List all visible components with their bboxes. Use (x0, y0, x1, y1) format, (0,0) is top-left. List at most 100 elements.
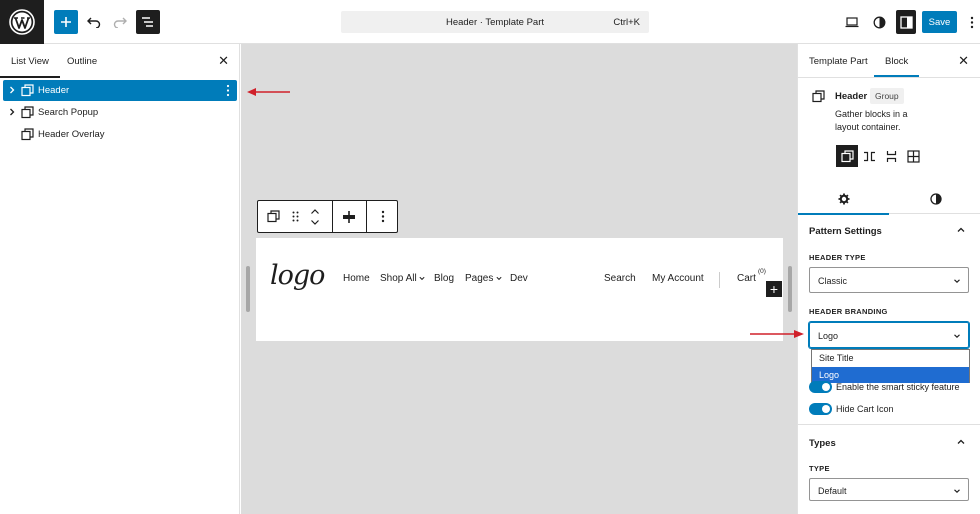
right-panel-tabs: Template Part Block ✕ (798, 44, 980, 78)
right-resize-handle[interactable] (788, 266, 792, 312)
list-item-search-popup[interactable]: Search Popup (3, 102, 237, 123)
nav-home[interactable]: Home (343, 273, 370, 284)
list-item-header-overlay[interactable]: Header Overlay (3, 124, 237, 145)
list-item-header[interactable]: Header (3, 80, 237, 101)
group-block-icon (21, 106, 34, 119)
hide-cart-toggle-label: Hide Cart Icon (836, 404, 894, 414)
nav-label: Shop All (380, 273, 417, 284)
command-shortcut: Ctrl+K (613, 17, 640, 28)
drag-handle[interactable] (288, 201, 302, 232)
pattern-settings-title[interactable]: Pattern Settings (809, 226, 882, 237)
option-site-title[interactable]: Site Title (812, 350, 969, 366)
select-value: Logo (818, 331, 839, 341)
block-type-badge: Group (870, 88, 904, 104)
tab-list-view[interactable]: List View (0, 56, 60, 78)
nav-search[interactable]: Search (604, 273, 636, 284)
nav-dev[interactable]: Dev (510, 273, 528, 284)
justify-button[interactable] (333, 201, 365, 232)
section-divider (798, 424, 980, 425)
tab-template-part[interactable]: Template Part (809, 56, 868, 67)
group-block-icon (812, 90, 825, 103)
tab-settings[interactable] (798, 184, 889, 215)
sticky-toggle[interactable] (809, 381, 832, 393)
nav-cart[interactable]: Cart (737, 273, 756, 284)
close-icon[interactable]: ✕ (958, 53, 969, 69)
more-vertical-icon (381, 210, 384, 223)
more-vertical-icon[interactable] (226, 84, 230, 97)
redo-button[interactable] (110, 10, 130, 34)
top-toolbar: Header · Template Part Ctrl+K Save (0, 0, 980, 44)
block-title: Header (835, 91, 868, 102)
gear-icon (838, 193, 849, 205)
settings-sidebar: Template Part Block ✕ Header Group Gathe… (797, 44, 980, 514)
list-item-label: Header (38, 85, 70, 96)
block-inserter-button[interactable]: + (766, 281, 782, 297)
type-select[interactable]: Default (809, 478, 969, 501)
chevron-down-icon (954, 489, 960, 493)
header-preview-block[interactable]: logo Home Shop All Blog Pages Dev Search… (256, 238, 783, 341)
list-item-label: Header Overlay (38, 129, 105, 140)
nav-shop-all[interactable]: Shop All (380, 273, 426, 284)
chevron-right-icon[interactable] (7, 107, 17, 117)
settings-panel-button[interactable] (896, 10, 916, 34)
variation-row-button[interactable] (858, 145, 880, 167)
document-title: Header · Template Part (445, 17, 545, 28)
hide-cart-toggle-row: Hide Cart Icon (809, 402, 894, 416)
select-value: Classic (818, 276, 848, 286)
block-inspector-tabs (798, 184, 980, 215)
chevron-down-icon (419, 276, 426, 281)
left-panel-tabs: List View Outline ✕ (0, 44, 239, 78)
header-branding-select[interactable]: Logo (809, 322, 969, 348)
half-circle-icon (873, 16, 885, 28)
wordpress-logo-icon[interactable] (0, 0, 44, 44)
tab-outline[interactable]: Outline (67, 56, 97, 67)
block-type-button[interactable] (258, 201, 288, 232)
desktop-icon (845, 16, 859, 27)
row-icon (863, 151, 875, 161)
justify-center-icon (343, 210, 355, 223)
editor-canvas[interactable]: logo Home Shop All Blog Pages Dev Search… (241, 44, 797, 514)
chevron-up-icon[interactable] (956, 225, 966, 235)
block-description: Gather blocks in a layout container. (835, 109, 908, 132)
variation-group-button[interactable] (836, 145, 858, 167)
tab-styles[interactable] (890, 184, 980, 214)
chevron-down-icon[interactable] (310, 219, 320, 226)
save-button[interactable]: Save (922, 11, 957, 33)
add-block-button[interactable] (54, 10, 78, 34)
more-vertical-icon (970, 16, 974, 28)
chevron-right-icon[interactable] (7, 85, 17, 95)
block-options-button[interactable] (367, 201, 398, 232)
group-block-icon (840, 149, 854, 162)
types-title[interactable]: Types (809, 438, 836, 449)
tab-block[interactable]: Block (873, 56, 920, 77)
annotation-arrow-icon (750, 330, 804, 338)
block-variations (836, 145, 924, 167)
nav-my-account[interactable]: My Account (652, 273, 704, 284)
sticky-toggle-label: Enable the smart sticky feature (836, 382, 960, 392)
nav-pages[interactable]: Pages (465, 273, 502, 284)
variation-grid-button[interactable] (902, 145, 924, 167)
header-branding-label: HEADER BRANDING (809, 307, 888, 316)
grid-icon (906, 149, 920, 163)
variation-stack-button[interactable] (880, 145, 902, 167)
hide-cart-toggle[interactable] (809, 403, 832, 415)
group-block-icon (266, 210, 280, 223)
undo-button[interactable] (84, 10, 104, 34)
chevron-up-icon[interactable] (956, 437, 966, 447)
chevron-up-icon[interactable] (310, 208, 320, 215)
select-value: Default (818, 486, 847, 496)
options-button[interactable] (966, 10, 978, 34)
header-type-select[interactable]: Classic (809, 267, 969, 293)
styles-button[interactable] (870, 10, 888, 34)
plus-icon (61, 17, 71, 27)
command-palette-bar[interactable]: Header · Template Part Ctrl+K (341, 11, 649, 33)
document-overview-button[interactable] (136, 10, 160, 34)
left-resize-handle[interactable] (246, 266, 250, 312)
type-label: TYPE (809, 464, 830, 473)
nav-blog[interactable]: Blog (434, 273, 454, 284)
device-preview-button[interactable] (843, 10, 861, 34)
site-logo[interactable]: logo (270, 260, 325, 291)
close-icon[interactable]: ✕ (218, 53, 229, 69)
group-block-icon (21, 128, 34, 141)
list-item-label: Search Popup (38, 107, 99, 118)
